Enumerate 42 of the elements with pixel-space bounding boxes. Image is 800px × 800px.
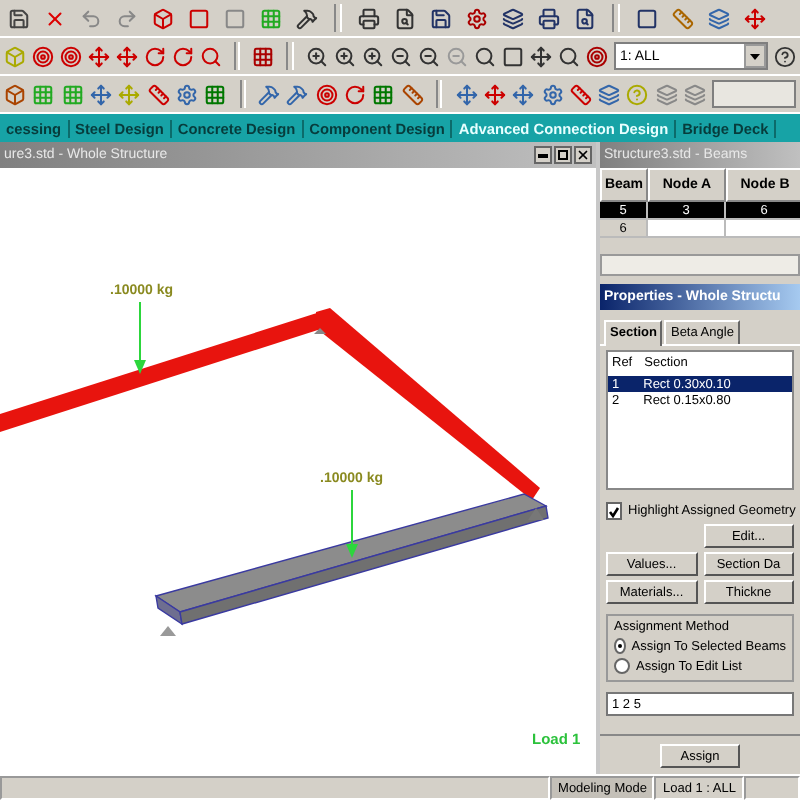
dropdown-field[interactable] <box>712 80 796 108</box>
load-arrow <box>346 489 358 558</box>
layers-icon[interactable] <box>704 3 734 33</box>
layers-icon[interactable] <box>597 79 621 109</box>
help-icon[interactable] <box>774 41 797 71</box>
target-icon[interactable] <box>60 41 82 71</box>
target-icon[interactable] <box>315 79 338 109</box>
target-icon[interactable] <box>32 41 54 71</box>
maximize-icon <box>558 150 568 160</box>
radio-button[interactable] <box>614 658 630 674</box>
box-icon[interactable] <box>148 3 178 33</box>
checkbox[interactable] <box>606 502 622 520</box>
close-button[interactable] <box>574 146 592 164</box>
move-icon[interactable] <box>88 41 110 71</box>
minimize-button[interactable] <box>534 146 552 164</box>
pan-icon[interactable] <box>529 41 552 71</box>
arrow-icon[interactable] <box>483 79 507 109</box>
status-panel <box>744 776 800 800</box>
maximize-button[interactable] <box>554 146 572 164</box>
arrow-icon[interactable] <box>454 79 478 109</box>
caret-icon <box>750 53 761 59</box>
printer-icon[interactable] <box>534 3 564 33</box>
target-icon[interactable] <box>585 41 608 71</box>
table-cell[interactable] <box>648 220 726 238</box>
load-arrow <box>134 301 146 374</box>
radio-button[interactable] <box>614 638 626 654</box>
horizontal-scrollbar[interactable] <box>600 254 800 276</box>
arrow-icon[interactable] <box>512 79 535 109</box>
ruler-icon[interactable] <box>569 79 592 109</box>
minimize-icon <box>538 153 548 157</box>
ruler-icon[interactable] <box>147 79 170 109</box>
close-icon <box>576 148 590 162</box>
gear-icon[interactable] <box>540 79 564 109</box>
layers-icon[interactable] <box>498 3 528 33</box>
ruler-icon[interactable] <box>401 79 424 109</box>
gear-icon[interactable] <box>462 3 492 33</box>
move-icon[interactable] <box>740 3 770 33</box>
move-icon[interactable] <box>116 41 138 71</box>
dropdown-button[interactable] <box>744 44 767 68</box>
printer-icon[interactable] <box>354 3 384 33</box>
gear-icon[interactable] <box>175 79 199 109</box>
box-icon[interactable] <box>4 79 27 109</box>
